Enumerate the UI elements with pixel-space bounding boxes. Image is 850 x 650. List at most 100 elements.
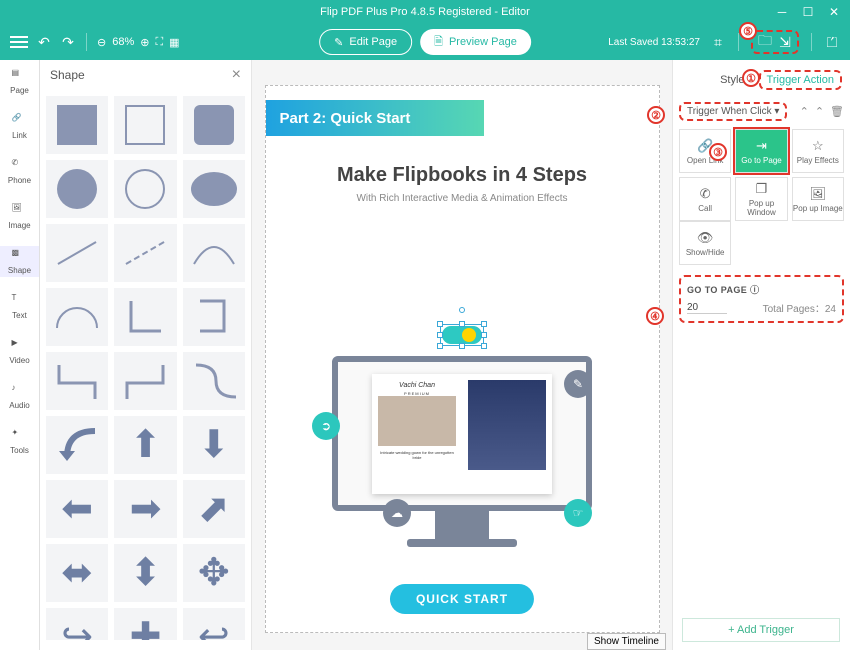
tab-trigger-action[interactable]: Trigger Action [759, 70, 842, 90]
trigger-show-hide[interactable]: 👁Show/Hide [679, 221, 731, 265]
fit-icon[interactable]: ⛶ [155, 36, 163, 49]
shape-arrow-4fill[interactable]: ✚ [114, 608, 176, 640]
img-icon: 🖼 [810, 186, 827, 202]
callout-5: ⑤ [739, 22, 757, 40]
rail-link[interactable]: 🔗Link [0, 111, 39, 142]
expand-up-icon[interactable]: ⌃ [815, 105, 824, 118]
edit-page-button[interactable]: ✎ Edit Page [319, 29, 412, 55]
trigger-play-effects[interactable]: ☆Play Effects [792, 129, 844, 173]
rail-tools[interactable]: ✦Tools [0, 426, 39, 457]
shape-l[interactable] [114, 288, 176, 346]
total-pages: Total Pages：24 [763, 300, 836, 315]
selected-shape[interactable] [442, 326, 482, 344]
tool-rail: ▤Page 🔗Link ✆Phone 🖼Image ▩Shape TText ▶… [0, 60, 40, 650]
trigger-popup-image[interactable]: 🖼Pop up Image [792, 177, 844, 221]
shape-square-round[interactable] [183, 96, 245, 154]
shape-arrow-down[interactable]: ⬇ [183, 416, 245, 474]
image-icon: 🖼 [12, 203, 28, 219]
add-trigger-button[interactable]: + Add Trigger [682, 618, 840, 642]
zoom-in-icon[interactable]: ⊕ [140, 36, 149, 49]
rail-phone[interactable]: ✆Phone [0, 156, 39, 187]
goto-page-input[interactable] [687, 302, 727, 314]
shape-icon: ▩ [12, 248, 28, 264]
menu-icon[interactable] [10, 36, 28, 48]
text-icon: T [12, 293, 28, 309]
shape-arrow-curve-l[interactable] [46, 416, 108, 474]
shape-arrow-up[interactable]: ⬆ [114, 416, 176, 474]
shape-panel: Shape × ⬆ ⬇ ⬅ ➡ ⬈ ⬌ ⬍ ✥ [40, 60, 252, 650]
trigger-call[interactable]: ✆Call [679, 177, 731, 221]
shape-scurve[interactable] [183, 352, 245, 410]
callout-3: ③ [709, 143, 727, 161]
show-timeline-button[interactable]: Show Timeline [587, 633, 666, 650]
trigger-go-to-page[interactable]: ⇥Go to Page [735, 129, 787, 173]
redo-icon[interactable]: ↷ [60, 34, 76, 50]
call-icon: ✆ [700, 186, 711, 202]
shape-bracket[interactable] [183, 288, 245, 346]
zoom-value: 68% [112, 36, 134, 48]
grid-icon[interactable]: ▦ [169, 36, 179, 49]
shape-curve[interactable] [183, 224, 245, 282]
shape-step1[interactable] [46, 352, 108, 410]
shape-arrow-leftright[interactable]: ⬌ [46, 544, 108, 602]
page-icon: ▤ [12, 68, 28, 84]
zoom-out-icon[interactable]: ⊖ [97, 36, 106, 49]
rotate-handle[interactable] [459, 307, 465, 313]
shape-arc[interactable] [46, 288, 108, 346]
shape-panel-title: Shape [50, 68, 85, 82]
shape-step2[interactable] [114, 352, 176, 410]
shape-arrow-bent-r[interactable]: ↪ [46, 608, 108, 640]
eye-icon: 👁 [697, 230, 714, 246]
shape-square-outline[interactable] [114, 96, 176, 154]
shape-line[interactable] [46, 224, 108, 282]
shape-square-fill[interactable] [46, 96, 108, 154]
trigger-popup-window[interactable]: ❐Pop up Window [735, 177, 787, 221]
trigger-when-dropdown[interactable]: Trigger When Click ▾ [679, 102, 787, 121]
quick-start-button: QUICK START [390, 584, 534, 614]
shape-arrow-left[interactable]: ⬅ [46, 480, 108, 538]
tools-icon: ✦ [12, 428, 28, 444]
goto-page-section: GO TO PAGE ⓘ Total Pages：24 [679, 275, 844, 323]
rail-image[interactable]: 🖼Image [0, 201, 39, 232]
shape-circle-outline[interactable] [114, 160, 176, 218]
shape-arrow-updown[interactable]: ⬍ [114, 544, 176, 602]
page-canvas[interactable]: Part 2: Quick Start Make Flipbooks in 4 … [265, 85, 660, 633]
export-icon[interactable]: ⇲ [777, 34, 793, 50]
rail-video[interactable]: ▶Video [0, 336, 39, 367]
rail-text[interactable]: TText [0, 291, 39, 322]
undo-icon[interactable]: ↶ [36, 34, 52, 50]
main-toolbar: ↶ ↷ ⊖ 68% ⊕ ⛶ ▦ ✎ Edit Page 🗎 Preview Pa… [0, 24, 850, 60]
upload-icon: ☁ [383, 499, 411, 527]
properties-panel: Style Trigger Action Trigger When Click … [672, 60, 850, 650]
click-icon: ☞ [564, 499, 592, 527]
rail-audio[interactable]: ♪Audio [0, 381, 39, 412]
maximize-icon[interactable]: ☐ [802, 6, 814, 18]
callout-2: ② [647, 106, 665, 124]
shape-arrow-right[interactable]: ➡ [114, 480, 176, 538]
audio-icon: ♪ [12, 383, 28, 399]
shape-line-dash[interactable] [114, 224, 176, 282]
shape-circle-fill[interactable] [46, 160, 108, 218]
delete-icon[interactable]: 🗑 [830, 105, 844, 118]
shape-arrow-upright[interactable]: ⬈ [183, 480, 245, 538]
shape-arrow-4way[interactable]: ✥ [183, 544, 245, 602]
tab-style[interactable]: Style [720, 74, 744, 86]
minimize-icon[interactable]: ─ [776, 6, 788, 18]
close-icon[interactable]: ✕ [828, 6, 840, 18]
edit-fab-icon: ✎ [564, 370, 592, 398]
rail-page[interactable]: ▤Page [0, 66, 39, 97]
shape-ellipse[interactable] [183, 160, 245, 218]
collapse-icon[interactable]: ⌃ [800, 105, 809, 118]
shape-arrow-bent-l[interactable]: ↩ [183, 608, 245, 640]
exit-icon[interactable]: ⏍ [824, 34, 840, 50]
link-icon: 🔗 [12, 113, 28, 129]
close-panel-icon[interactable]: × [232, 66, 241, 84]
assets-icon[interactable]: ⌗ [710, 34, 726, 50]
save-icon[interactable]: 🗀 [757, 34, 773, 50]
info-icon[interactable]: ⓘ [750, 285, 759, 295]
shape-grid: ⬆ ⬇ ⬅ ➡ ⬈ ⬌ ⬍ ✥ ↪ ✚ ↩ [40, 90, 251, 640]
rail-shape[interactable]: ▩Shape [0, 246, 39, 277]
app-title: Flip PDF Plus Pro 4.8.5 Registered - Edi… [320, 6, 530, 18]
preview-page-button[interactable]: 🗎 Preview Page [420, 29, 531, 55]
monitor-illustration: Vachi Chan PREMIUM Intricate wedding gow… [332, 356, 592, 547]
